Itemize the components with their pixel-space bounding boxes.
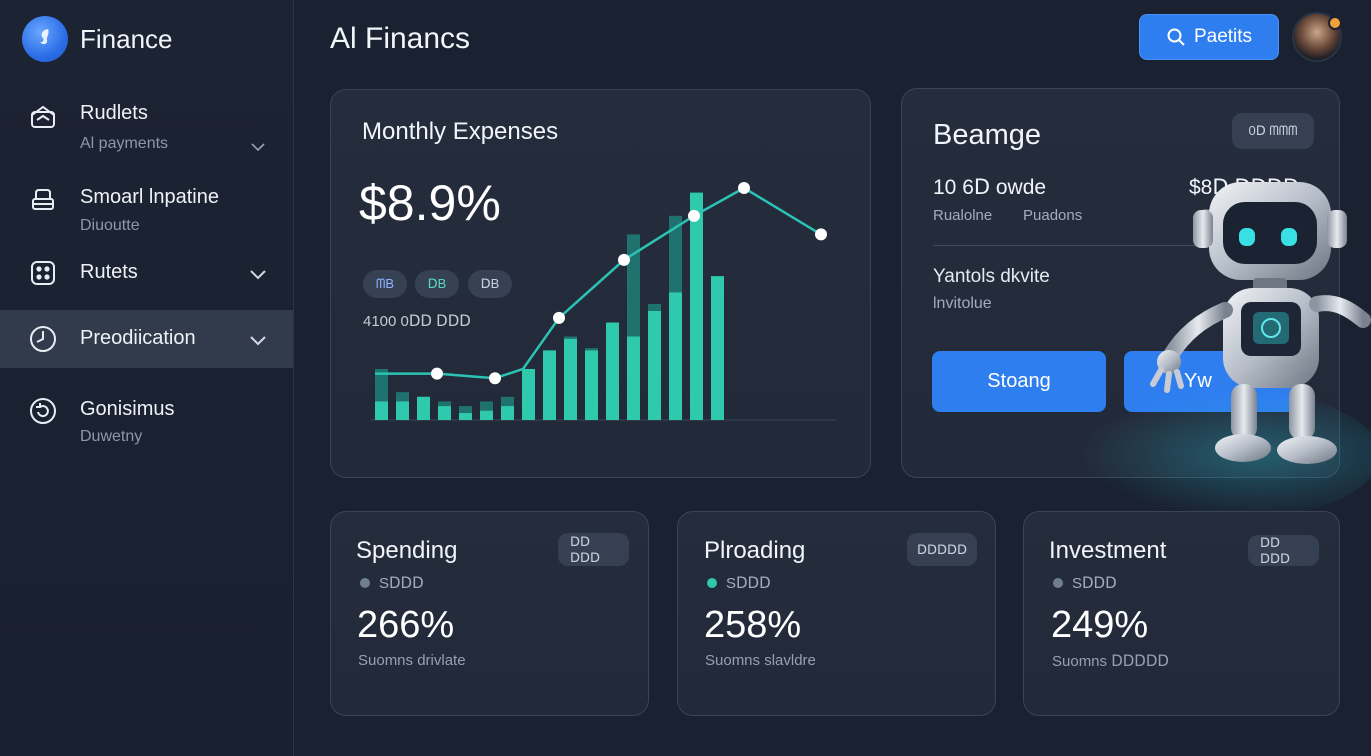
stat-status: Sᗞᗞᗞ <box>1072 575 1117 592</box>
brand-logo-icon <box>22 16 68 62</box>
clock-icon <box>28 324 58 354</box>
chart-bar <box>648 310 661 420</box>
chart-point <box>618 253 630 266</box>
stat-percent: 258% <box>704 604 802 646</box>
start-button[interactable]: Stoang <box>932 351 1106 412</box>
search-icon <box>1167 28 1185 46</box>
stat-pill[interactable]: ᗞᗞᗞᗞᗞ <box>907 533 977 566</box>
status-dot <box>360 578 370 588</box>
notification-badge <box>1328 16 1342 30</box>
status-dot <box>707 578 717 588</box>
sidebar-item-label: Smoarl lnpatine <box>80 186 219 208</box>
sidebar-item-smoarl[interactable]: Smoarl lnpatine Diuoutte <box>0 172 293 248</box>
chart-bar <box>543 350 556 420</box>
balance-title: Beamge <box>933 119 1042 151</box>
chevron-down-icon[interactable] <box>247 136 269 158</box>
stat-pill[interactable]: ᗞᗞ ᗞᗞᗞ <box>1248 535 1319 566</box>
stat-status: Sᗞᗞᗞ <box>379 575 424 592</box>
sidebar-item-label: Preodiication <box>80 327 196 349</box>
balance-meta-left: Rualolne <box>933 207 993 224</box>
chart-point <box>553 311 565 324</box>
chart-bar <box>711 276 724 420</box>
chart-point <box>489 372 501 385</box>
chart-point <box>815 228 827 241</box>
chart-bar <box>459 413 472 420</box>
page-title: Al Financs <box>330 22 471 55</box>
stat-title: Plroading <box>704 537 806 564</box>
search-button-label: Paetits <box>1193 26 1253 47</box>
sidebar-item-label: Rudlets <box>80 102 148 124</box>
sidebar-item-rutets[interactable]: Rutets <box>0 248 293 300</box>
chart-bar <box>417 396 430 420</box>
stat-caption: Suomns drivlate <box>358 652 466 669</box>
search-button[interactable]: Paetits <box>1139 14 1279 60</box>
chart-bar <box>606 322 619 420</box>
stat-percent: 266% <box>357 604 455 646</box>
grid-dots-icon <box>28 258 58 288</box>
chart-bar <box>669 292 682 420</box>
expenses-chart: 2102002002002002002000300 <box>371 182 836 421</box>
chart-bar <box>564 338 577 420</box>
stat-pill[interactable]: ᗞᗞ ᗞᗞᗞ <box>558 533 629 566</box>
chevron-down-icon[interactable] <box>247 329 269 351</box>
refresh-icon <box>28 396 58 426</box>
wallet-icon <box>28 102 58 132</box>
balance-amount-left: 10 6ᗞ owde <box>933 176 1047 199</box>
card-stack-icon <box>28 184 58 214</box>
chart-bar <box>501 406 514 420</box>
brand-name: Finance <box>80 23 173 54</box>
stat-card-investment: Investment ᗞᗞ ᗞᗞᗞ Sᗞᗞᗞ 249% Suomns ᗞᗞᗞᗞᗞ <box>1023 511 1340 716</box>
sidebar-item-gonisimus[interactable]: Gonisimus Duwetny <box>0 384 293 460</box>
chart-bar <box>396 401 409 420</box>
chart-bar <box>438 406 451 420</box>
stat-card-plroading: Plroading ᗞᗞᗞᗞᗞ Sᗞᗞᗞ 258% Suomns slavldr… <box>677 511 996 716</box>
sidebar-item-label: Gonisimus <box>80 398 175 420</box>
chart-bar <box>480 410 493 420</box>
chart-bar <box>690 192 703 420</box>
sidebar-item-preodiication[interactable]: Preodiication <box>0 310 293 368</box>
avatar[interactable] <box>1292 12 1342 62</box>
robot-illustration <box>1150 182 1371 464</box>
stat-caption: Suomns ᗞᗞᗞᗞᗞ <box>1052 653 1169 670</box>
sidebar: Finance Rudlets Al payments Smoarl lnpat… <box>0 0 294 756</box>
expenses-card: Monthly Expenses $8.9% ᗰB ᗞB ᗞB 4100 0ᗞᗞ… <box>330 89 871 478</box>
sidebar-item-label: Rutets <box>80 261 138 283</box>
stat-percent: 249% <box>1051 604 1149 646</box>
chart-point <box>688 209 700 222</box>
chart-bar <box>375 401 388 420</box>
chevron-down-icon[interactable] <box>247 263 269 285</box>
brand[interactable]: Finance <box>22 16 173 62</box>
stat-title: Spending <box>356 537 458 564</box>
chart-point <box>738 182 750 194</box>
stat-card-spending: Spending ᗞᗞ ᗞᗞᗞ Sᗞᗞᗞ 266% Suomns drivlat… <box>330 511 649 716</box>
stat-title: Investment <box>1049 537 1167 564</box>
stat-status: Sᗞᗞᗞ <box>726 575 771 592</box>
balance-meta-mid: Puadons <box>1023 207 1083 224</box>
sidebar-item-sub: Diuoutte <box>80 217 140 234</box>
chart-point <box>431 367 443 380</box>
balance-pill[interactable]: 0ᗞ ᗰᗰᗰ <box>1232 113 1314 149</box>
expenses-title: Monthly Expenses <box>362 118 559 145</box>
balance-section-title: Yantols dkvite <box>933 266 1050 287</box>
sidebar-item-sub: Duwetny <box>80 428 143 445</box>
chart-bar <box>585 350 598 420</box>
status-dot <box>1053 578 1063 588</box>
chart-bar <box>522 368 535 420</box>
chart-bar <box>627 336 640 420</box>
stat-caption: Suomns slavldre <box>705 652 816 669</box>
balance-section-sub: lnvitolue <box>933 295 992 312</box>
sidebar-item-rudlets[interactable]: Rudlets Al payments <box>0 88 293 166</box>
sidebar-item-sub: Al payments <box>80 135 169 152</box>
